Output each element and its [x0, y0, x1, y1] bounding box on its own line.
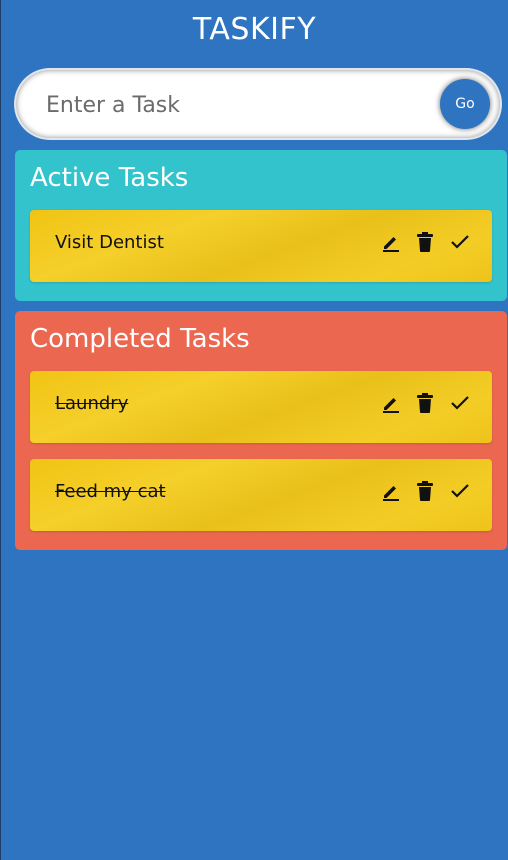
pencil-icon[interactable] [380, 230, 402, 254]
active-tasks-title: Active Tasks [30, 163, 189, 193]
task-card: Laundry [30, 371, 492, 443]
check-icon[interactable] [449, 391, 471, 415]
task-input-wrapper: Go [16, 70, 500, 138]
app-title: TASKIFY [192, 12, 317, 47]
check-icon[interactable] [449, 479, 471, 503]
task-text: Feed my cat [55, 481, 166, 502]
task-text: Laundry [55, 393, 129, 414]
active-tasks-panel: Active Tasks Visit Dentist [15, 150, 507, 301]
completed-tasks-panel: Completed Tasks Laundry Feed my cat [15, 311, 507, 550]
task-input[interactable] [44, 80, 428, 130]
task-card: Visit Dentist [30, 210, 492, 282]
trash-icon[interactable] [414, 479, 436, 503]
trash-icon[interactable] [414, 391, 436, 415]
task-text: Visit Dentist [55, 232, 164, 253]
trash-icon[interactable] [414, 230, 436, 254]
check-icon[interactable] [449, 230, 471, 254]
task-card: Feed my cat [30, 459, 492, 531]
pencil-icon[interactable] [380, 391, 402, 415]
go-button[interactable]: Go [440, 79, 490, 129]
completed-tasks-title: Completed Tasks [30, 324, 250, 354]
pencil-icon[interactable] [380, 479, 402, 503]
